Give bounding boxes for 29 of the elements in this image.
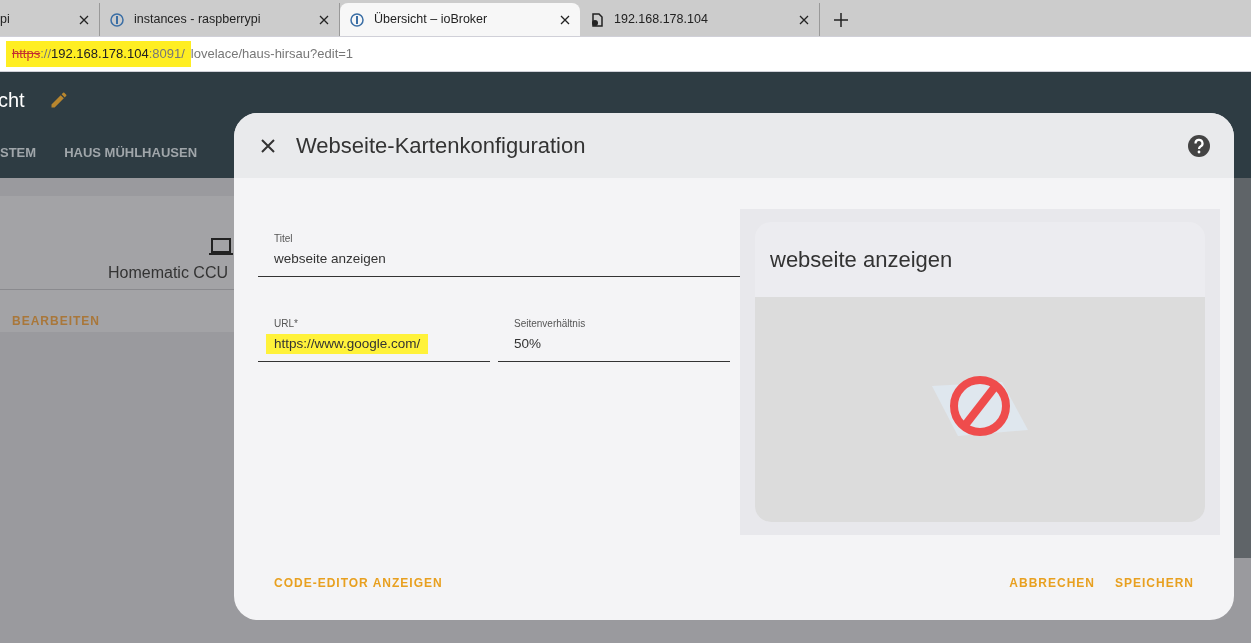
card-title: webseite anzeigen bbox=[770, 246, 953, 274]
browser-tab[interactable]: Übersicht – ioBroker bbox=[340, 3, 580, 36]
tab-title: pi bbox=[0, 11, 11, 29]
view-tab[interactable]: HAUS MÜHLHAUSEN bbox=[50, 128, 211, 178]
tab-title: Übersicht – ioBroker bbox=[374, 11, 489, 29]
dialog-title: Webseite-Kartenkonfiguration bbox=[296, 132, 586, 160]
device-name: Homematic CCU bbox=[108, 263, 228, 283]
tab-title: instances - raspberrypi bbox=[134, 11, 262, 29]
close-icon[interactable] bbox=[260, 137, 276, 154]
field-value: https://www.google.com/ bbox=[266, 334, 429, 355]
help-icon[interactable] bbox=[1188, 134, 1210, 157]
close-icon[interactable] bbox=[319, 14, 329, 25]
document-icon bbox=[590, 12, 604, 27]
input-field[interactable]: URL* https://www.google.com/ bbox=[258, 310, 490, 362]
site-icon bbox=[110, 12, 124, 27]
tab-title: 192.168.178.104 bbox=[614, 11, 709, 29]
view-tab[interactable]: STEM bbox=[0, 128, 51, 178]
laptop-icon bbox=[208, 237, 234, 257]
close-icon[interactable] bbox=[79, 14, 89, 25]
close-icon[interactable] bbox=[799, 14, 809, 25]
field-label: URL* bbox=[274, 317, 299, 331]
input-field[interactable]: Seitenverhältnis 50% bbox=[498, 310, 730, 362]
field-label: Seitenverhältnis bbox=[514, 317, 587, 331]
field-value: webseite anzeigen bbox=[274, 250, 386, 268]
field-label: Titel bbox=[274, 232, 294, 246]
input-field[interactable]: Titel webseite anzeigen bbox=[258, 225, 740, 277]
close-icon[interactable] bbox=[560, 14, 570, 25]
site-icon bbox=[350, 12, 364, 27]
field-value: 50% bbox=[514, 335, 542, 353]
